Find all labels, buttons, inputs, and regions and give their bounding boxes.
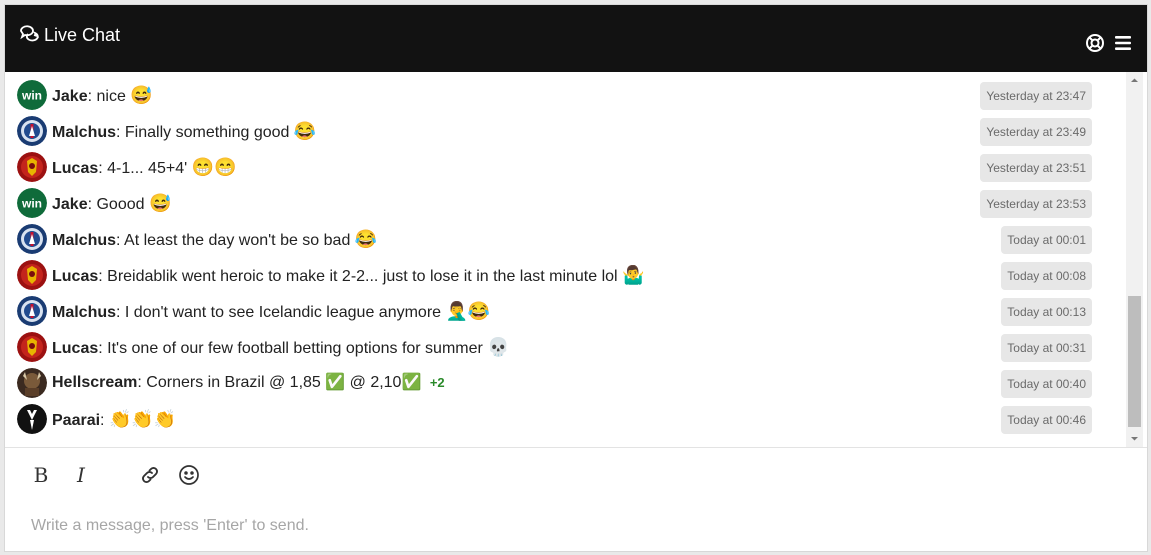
chat-message: Paarai: 👏👏👏 Today at 00:46 [17, 401, 1092, 434]
message-timestamp: Today at 00:13 [1001, 298, 1092, 326]
scrollbar-thumb[interactable] [1128, 296, 1141, 427]
message-timestamp: Today at 00:40 [1001, 370, 1092, 398]
chat-message: win Jake: nice 😅 Yesterday at 23:47 [17, 77, 1092, 110]
chat-title: Live Chat [18, 23, 120, 47]
message-text: It's one of our few football betting opt… [107, 340, 483, 357]
live-chat-window: Live Chat win Jake: nice 😅 Yesterday at … [4, 4, 1148, 552]
message-text: Corners in Brazil @ 1,85 ✅ @ 2,10✅ [146, 374, 422, 391]
message-author[interactable]: Hellscream [52, 374, 137, 391]
chat-message: Malchus: Finally something good 😂 Yester… [17, 113, 1092, 146]
message-text: 4-1... 45+4' [107, 160, 188, 177]
message-emoji: 😅 [130, 85, 153, 105]
message-timestamp: Yesterday at 23:47 [980, 82, 1092, 110]
message-emoji: 😁😁 [191, 157, 237, 177]
format-toolbar: B I [5, 447, 1147, 501]
message-emoji: 💀 [487, 337, 510, 357]
message-text: nice [96, 88, 126, 105]
suit-avatar [17, 404, 47, 434]
chat-message: Malchus: I don't want to see Icelandic l… [17, 293, 1092, 326]
message-text: Finally something good [124, 124, 290, 141]
message-author[interactable]: Jake [52, 88, 88, 105]
message-text: At least the day won't be so bad [124, 232, 351, 249]
psg-avatar [17, 296, 47, 326]
message-author[interactable]: Paarai [52, 412, 100, 429]
message-timestamp: Today at 00:31 [1001, 334, 1092, 362]
chat-header: Live Chat [5, 5, 1147, 72]
lifebuoy-icon[interactable] [1085, 33, 1105, 53]
link-icon[interactable] [136, 461, 164, 489]
message-timestamp: Yesterday at 23:51 [980, 154, 1092, 182]
hamburger-menu-icon[interactable] [1113, 33, 1133, 53]
message-emoji: 😂 [354, 229, 378, 249]
message-timestamp: Today at 00:08 [1001, 262, 1092, 290]
message-author[interactable]: Lucas [52, 268, 98, 285]
italic-button[interactable]: I [67, 461, 95, 489]
message-timestamp: Today at 00:01 [1001, 226, 1092, 254]
message-emoji: 🤦‍♂️😂 [445, 301, 491, 321]
svg-text:win: win [21, 89, 42, 103]
chat-message: Lucas: It's one of our few football bett… [17, 329, 1092, 362]
message-emoji: 👏👏👏 [108, 409, 177, 429]
message-input[interactable] [29, 510, 1123, 542]
warrior-avatar [17, 368, 47, 398]
message-timestamp: Today at 00:46 [1001, 406, 1092, 434]
message-author[interactable]: Malchus [52, 232, 116, 249]
psg-avatar [17, 116, 47, 146]
message-emoji: 😂 [293, 121, 317, 141]
chat-message: Malchus: At least the day won't be so ba… [17, 221, 1092, 254]
smiley-icon[interactable] [175, 461, 203, 489]
reaction-count-badge[interactable]: +2 [430, 375, 445, 390]
message-timestamp: Yesterday at 23:53 [980, 190, 1092, 218]
chat-title-text: Live Chat [44, 24, 121, 45]
scroll-down-arrow-icon[interactable] [1126, 430, 1143, 447]
scroll-up-arrow-icon[interactable] [1126, 72, 1143, 89]
chat-message: Lucas: 4-1... 45+4' 😁😁 Yesterday at 23:5… [17, 149, 1092, 182]
chat-message: win Jake: Goood 😅 Yesterday at 23:53 [17, 185, 1092, 218]
red-crest-avatar [17, 260, 47, 290]
message-composer [5, 500, 1147, 551]
win-avatar: win [17, 188, 47, 218]
win-avatar: win [17, 80, 47, 110]
svg-text:win: win [21, 197, 42, 211]
message-text: Breidablik went heroic to make it 2-2...… [107, 268, 618, 285]
chat-message: Hellscream: Corners in Brazil @ 1,85 ✅ @… [17, 365, 1092, 398]
message-text: Goood [96, 196, 145, 213]
message-author[interactable]: Lucas [52, 340, 98, 357]
red-crest-avatar [17, 332, 47, 362]
message-timestamp: Yesterday at 23:49 [980, 118, 1092, 146]
message-emoji: 🤷‍♂️ [622, 265, 645, 285]
message-author[interactable]: Malchus [52, 304, 116, 321]
message-scrollbar[interactable] [1126, 72, 1143, 447]
psg-avatar [17, 224, 47, 254]
message-list: win Jake: nice 😅 Yesterday at 23:47 Malc… [5, 72, 1125, 447]
message-author[interactable]: Jake [52, 196, 88, 213]
message-text: I don't want to see Icelandic league any… [124, 304, 442, 321]
message-author[interactable]: Malchus [52, 124, 116, 141]
chat-message: Lucas: Breidablik went heroic to make it… [17, 257, 1092, 290]
red-crest-avatar [17, 152, 47, 182]
message-emoji: 😅 [148, 193, 172, 213]
message-author[interactable]: Lucas [52, 160, 98, 177]
bold-button[interactable]: B [27, 461, 55, 489]
chat-bubbles-icon [18, 23, 40, 47]
